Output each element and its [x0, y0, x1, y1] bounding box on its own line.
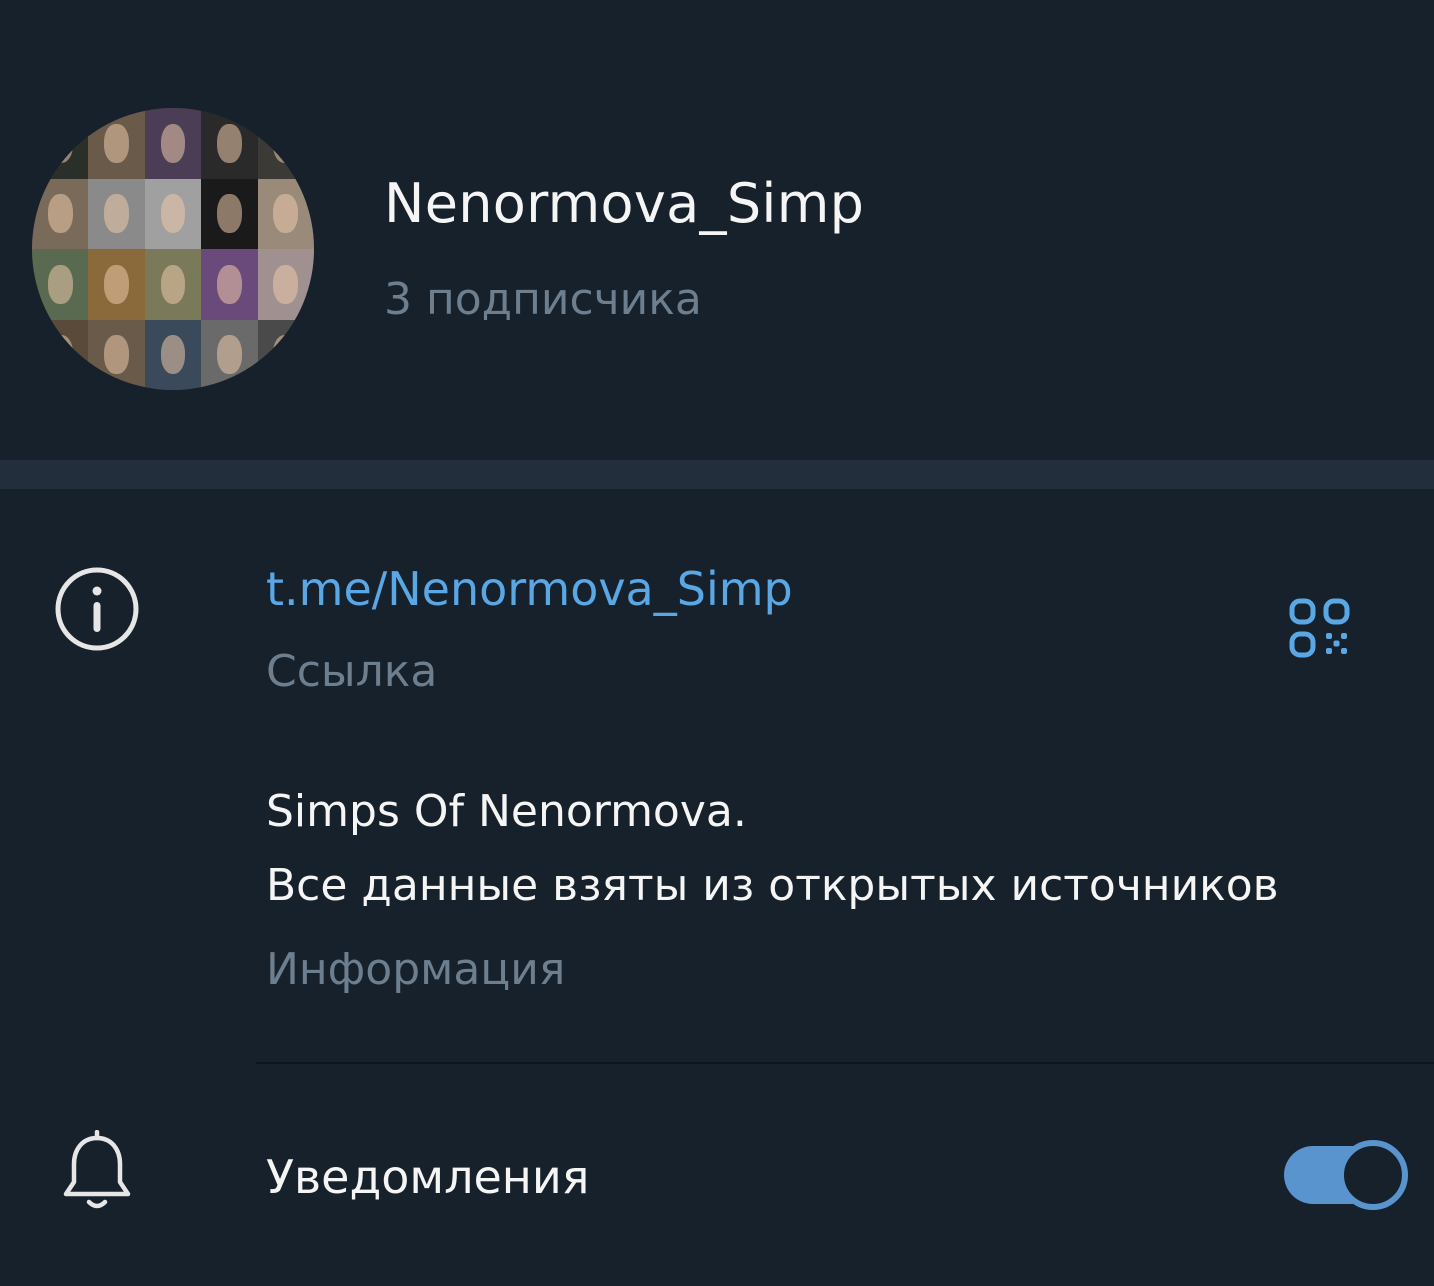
qr-code-icon[interactable] — [1284, 596, 1354, 662]
avatar-photo-tile — [32, 178, 89, 249]
channel-avatar[interactable] — [32, 108, 314, 390]
description-line-1: Simps Of Nenormova. — [266, 786, 747, 837]
bell-icon — [63, 1130, 131, 1209]
notifications-label: Уведомления — [266, 1150, 590, 1204]
subscriber-count: 3 подписчика — [384, 274, 702, 325]
link-caption: Ссылка — [266, 646, 438, 697]
section-divider — [0, 460, 1434, 489]
avatar-photo-tile — [88, 249, 145, 320]
description-caption: Информация — [266, 944, 566, 995]
avatar-photo-tile — [144, 178, 202, 249]
avatar-photo-tile — [88, 108, 145, 179]
avatar-photo-tile — [88, 319, 145, 390]
avatar-photo-tile — [257, 249, 314, 320]
avatar-photo-tile — [144, 249, 202, 320]
row-separator — [256, 1062, 1434, 1064]
avatar-photo-tile — [32, 108, 89, 179]
avatar-photo-tile — [201, 108, 258, 179]
avatar-photo-tile — [201, 178, 258, 249]
description-line-2: Все данные взяты из открытых источников — [266, 860, 1279, 911]
toggle-knob — [1338, 1140, 1408, 1210]
avatar-photo-tile — [144, 108, 202, 179]
avatar-photo-tile — [201, 249, 258, 320]
avatar-photo-tile — [257, 178, 314, 249]
avatar-photo-tile — [32, 249, 89, 320]
avatar-photo-tile — [88, 178, 145, 249]
avatar-photo-tile — [257, 108, 314, 179]
notifications-toggle[interactable] — [1284, 1140, 1408, 1210]
info-icon — [55, 567, 139, 651]
avatar-photo-tile — [201, 319, 258, 390]
avatar-photo-tile — [32, 319, 89, 390]
channel-link[interactable]: t.me/Nenormova_Simp — [266, 562, 793, 616]
avatar-photo-tile — [144, 319, 202, 390]
channel-header: Nenormova_Simp 3 подписчика — [0, 0, 1434, 460]
avatar-photo-tile — [257, 319, 314, 390]
channel-name: Nenormova_Simp — [384, 172, 865, 235]
